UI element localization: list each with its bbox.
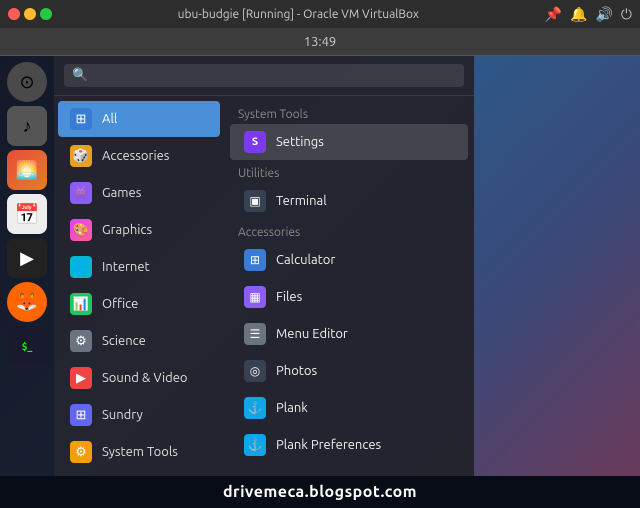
settings-icon: S bbox=[244, 131, 266, 153]
category-science[interactable]: ⚙ Science bbox=[58, 323, 220, 359]
category-system-tools-label: System Tools bbox=[102, 445, 178, 459]
window-title: ubu-budgie [Running] - Oracle VM Virtual… bbox=[58, 8, 539, 21]
photos-icon: ◎ bbox=[244, 360, 266, 382]
search-bar: 🔍 bbox=[54, 56, 474, 96]
science-icon: ⚙ bbox=[70, 330, 92, 352]
sound-video-icon: ▶ bbox=[70, 367, 92, 389]
app-calculator-label: Calculator bbox=[276, 253, 335, 267]
dock-item-home[interactable]: ⊙ bbox=[7, 62, 47, 102]
category-sound-video[interactable]: ▶ Sound & Video bbox=[58, 360, 220, 396]
category-administration[interactable]: S Administration bbox=[58, 471, 220, 476]
app-settings-label: Settings bbox=[276, 135, 324, 149]
dock-item-calendar[interactable]: 📅 bbox=[7, 194, 47, 234]
close-button[interactable] bbox=[8, 8, 20, 20]
titlebar: ubu-budgie [Running] - Oracle VM Virtual… bbox=[0, 0, 640, 28]
search-icon: 🔍 bbox=[72, 68, 88, 83]
section-header-utilities: Utilities bbox=[224, 161, 474, 182]
category-office[interactable]: 📊 Office bbox=[58, 286, 220, 322]
categories-list: ⊞ All 🎲 Accessories 👾 Games 🎨 Graphics 🌐 bbox=[54, 96, 224, 476]
category-graphics[interactable]: 🎨 Graphics bbox=[58, 212, 220, 248]
plank-preferences-icon: ⚓ bbox=[244, 434, 266, 456]
category-all-label: All bbox=[102, 112, 117, 126]
graphics-icon: 🎨 bbox=[70, 219, 92, 241]
plank-icon: ⚓ bbox=[244, 397, 266, 419]
category-sundry-label: Sundry bbox=[102, 408, 143, 422]
category-all[interactable]: ⊞ All bbox=[58, 101, 220, 137]
category-sound-video-label: Sound & Video bbox=[102, 371, 188, 385]
app-menu: 🔍 ⊞ All 🎲 Accessories 👾 Games bbox=[54, 56, 474, 476]
app-photos[interactable]: ◎ Photos bbox=[230, 353, 468, 389]
category-internet[interactable]: 🌐 Internet bbox=[58, 249, 220, 285]
files-icon: ▦ bbox=[244, 286, 266, 308]
search-input-wrap[interactable]: 🔍 bbox=[64, 64, 464, 87]
app-plank-label: Plank bbox=[276, 401, 308, 415]
dock-item-terminal[interactable]: $_ bbox=[7, 326, 47, 366]
dock: ⊙ ♪ 🌅 📅 ▶ 🦊 $_ bbox=[0, 56, 54, 476]
section-header-system-tools: System Tools bbox=[224, 102, 474, 123]
accessories-icon: 🎲 bbox=[70, 145, 92, 167]
category-sundry[interactable]: ⊞ Sundry bbox=[58, 397, 220, 433]
category-internet-label: Internet bbox=[102, 260, 150, 274]
internet-icon: 🌐 bbox=[70, 256, 92, 278]
app-files[interactable]: ▦ Files bbox=[230, 279, 468, 315]
app-plank-preferences-label: Plank Preferences bbox=[276, 438, 381, 452]
titlebar-right-icons: 📌 🔔 🔊 ⏻ bbox=[545, 6, 632, 23]
category-office-label: Office bbox=[102, 297, 138, 311]
window-controls[interactable] bbox=[8, 8, 52, 20]
menu-editor-icon: ☰ bbox=[244, 323, 266, 345]
category-games-label: Games bbox=[102, 186, 141, 200]
app-plank-preferences[interactable]: ⚓ Plank Preferences bbox=[230, 427, 468, 463]
category-accessories-label: Accessories bbox=[102, 149, 169, 163]
clock: 13:49 bbox=[304, 35, 337, 49]
all-icon: ⊞ bbox=[70, 108, 92, 130]
volume-icon: 🔊 bbox=[595, 6, 612, 23]
dock-item-media[interactable]: ▶ bbox=[7, 238, 47, 278]
office-icon: 📊 bbox=[70, 293, 92, 315]
terminal-icon: ▣ bbox=[244, 190, 266, 212]
app-photos-label: Photos bbox=[276, 364, 317, 378]
minimize-button[interactable] bbox=[24, 8, 36, 20]
vm-topbar: 13:49 bbox=[0, 28, 640, 56]
category-science-label: Science bbox=[102, 334, 146, 348]
vm-area: ⊙ ♪ 🌅 📅 ▶ 🦊 $_ 🔍 ⊞ All 🎲 bbox=[0, 56, 640, 476]
menu-content: ⊞ All 🎲 Accessories 👾 Games 🎨 Graphics 🌐 bbox=[54, 96, 474, 476]
category-system-tools[interactable]: ⚙ System Tools bbox=[58, 434, 220, 470]
notification-icon: 🔔 bbox=[570, 6, 587, 23]
calculator-icon: ⊞ bbox=[244, 249, 266, 271]
apps-panel: System Tools S Settings Utilities ▣ Term… bbox=[224, 96, 474, 476]
app-files-label: Files bbox=[276, 290, 302, 304]
category-graphics-label: Graphics bbox=[102, 223, 152, 237]
category-accessories[interactable]: 🎲 Accessories bbox=[58, 138, 220, 174]
pin-icon: 📌 bbox=[545, 6, 562, 23]
app-menu-editor[interactable]: ☰ Menu Editor bbox=[230, 316, 468, 352]
dock-item-photos[interactable]: 🌅 bbox=[7, 150, 47, 190]
search-input[interactable] bbox=[94, 68, 456, 83]
watermark-text: drivemeca.blogspot.com bbox=[223, 483, 417, 501]
app-calculator[interactable]: ⊞ Calculator bbox=[230, 242, 468, 278]
app-terminal-label: Terminal bbox=[276, 194, 327, 208]
system-tools-icon: ⚙ bbox=[70, 441, 92, 463]
dock-item-firefox[interactable]: 🦊 bbox=[7, 282, 47, 322]
app-plank[interactable]: ⚓ Plank bbox=[230, 390, 468, 426]
app-settings[interactable]: S Settings bbox=[230, 124, 468, 160]
power-icon: ⏻ bbox=[621, 6, 632, 23]
maximize-button[interactable] bbox=[40, 8, 52, 20]
dock-item-music[interactable]: ♪ bbox=[7, 106, 47, 146]
sundry-icon: ⊞ bbox=[70, 404, 92, 426]
watermark-bar: drivemeca.blogspot.com bbox=[0, 476, 640, 508]
app-menu-editor-label: Menu Editor bbox=[276, 327, 348, 341]
games-icon: 👾 bbox=[70, 182, 92, 204]
category-games[interactable]: 👾 Games bbox=[58, 175, 220, 211]
app-terminal[interactable]: ▣ Terminal bbox=[230, 183, 468, 219]
section-header-accessories: Accessories bbox=[224, 220, 474, 241]
